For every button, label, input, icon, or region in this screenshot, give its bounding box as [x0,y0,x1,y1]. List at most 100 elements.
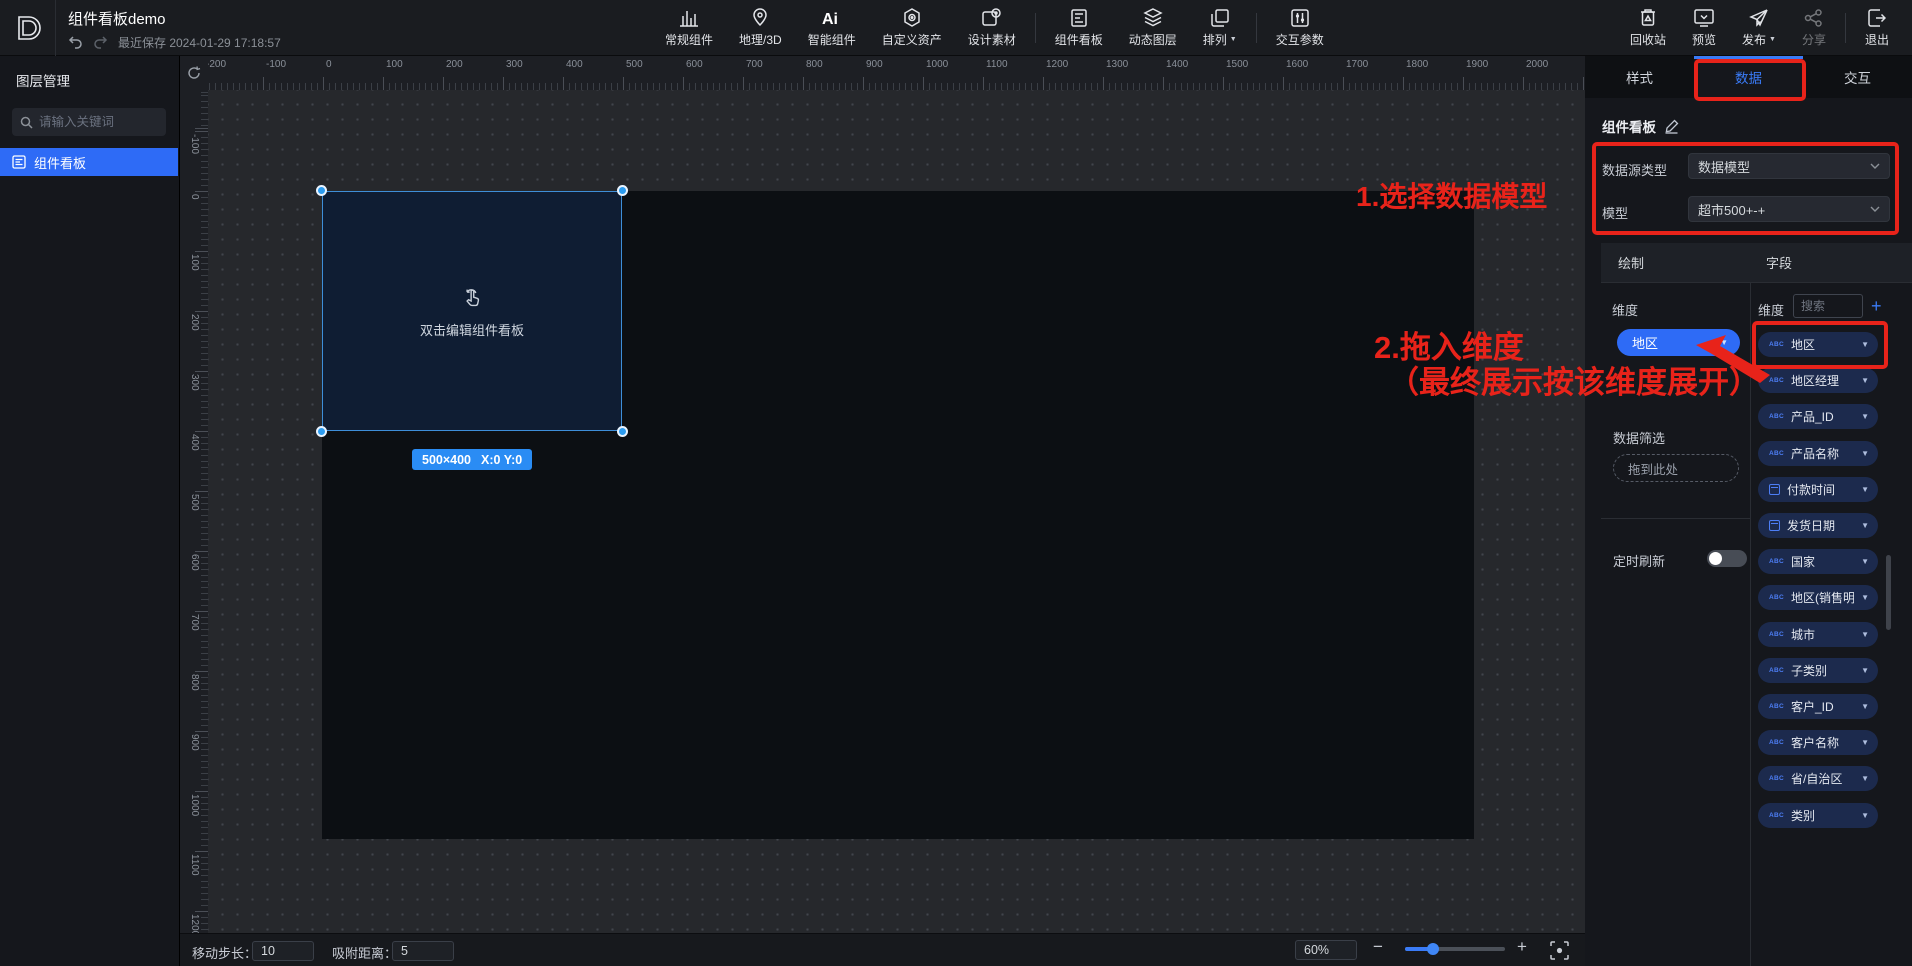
tool-dynamic-layers[interactable]: 动态图层 [1116,0,1190,56]
field-item[interactable]: ABC 省/自治区 ▼ [1758,766,1878,791]
field-list-scrollbar[interactable] [1886,555,1891,630]
v-ruler-label: 800 [189,674,200,691]
field-item[interactable]: ABC 地区经理 ▼ [1758,368,1878,393]
tab-data[interactable]: 数据 [1694,56,1803,98]
field-search-input[interactable] [1801,299,1855,313]
add-field-button[interactable]: + [1871,296,1882,316]
app-logo[interactable] [0,0,56,56]
tool-preview[interactable]: 预览 [1679,0,1729,56]
zoom-level-input[interactable] [1295,940,1357,960]
tool-share[interactable]: 分享 [1789,0,1839,56]
chevron-down-icon: ▼ [1861,702,1869,711]
tab-interaction[interactable]: 交互 [1803,56,1912,98]
tool-basic-components[interactable]: 常规组件 [652,0,726,56]
move-step-label: 移动步长： [192,943,257,962]
h-ruler-label: 800 [806,59,823,70]
text-type-icon: ABC [1769,341,1784,348]
tool-component-board[interactable]: 组件看板 [1042,0,1116,56]
status-bar: 移动步长： 吸附距离： − + [180,933,1585,966]
tab-style[interactable]: 样式 [1585,56,1694,98]
tool-recycle-bin[interactable]: 回收站 [1617,0,1679,56]
tool-design-material[interactable]: 设计素材 [955,0,1029,56]
chevron-down-icon: ▼ [1861,521,1869,530]
panel-tab-bar: 样式 数据 交互 [1585,56,1912,98]
paper-plane-icon [1749,9,1769,27]
resize-handle-nw[interactable] [316,185,327,196]
zoom-slider[interactable] [1405,947,1505,951]
resize-handle-sw[interactable] [316,426,327,437]
text-type-icon: ABC [1769,739,1784,746]
canvas-area[interactable]: 双击编辑组件看板 500×400X:0 Y:0 -200-10001002003… [180,56,1585,933]
panel-component-name: 组件看板 [1602,116,1656,136]
ruler-reset-button[interactable] [180,56,208,90]
zoom-out-button[interactable]: − [1373,937,1383,957]
tool-custom-assets[interactable]: 自定义资产 [869,0,955,56]
field-item[interactable]: ABC 子类别 ▼ [1758,658,1878,683]
tool-publish[interactable]: 发布▼ [1729,0,1789,56]
layer-item-component-board[interactable]: 组件看板 [0,148,178,176]
panel-subtab-bar: 绘制 字段 [1601,243,1912,283]
undo-icon[interactable] [68,36,83,49]
datasource-type-label: 数据源类型 [1602,160,1667,179]
datasource-type-select[interactable]: 数据模型 [1688,153,1890,179]
field-item[interactable]: ABC 国家 ▼ [1758,549,1878,574]
tool-exit[interactable]: 退出 [1852,0,1902,56]
resize-handle-ne[interactable] [617,185,628,196]
fit-screen-icon[interactable] [1550,941,1569,960]
toolbar-divider [1035,13,1036,43]
chevron-down-icon: ▼ [1230,36,1237,43]
resize-handle-se[interactable] [617,426,628,437]
move-step-input[interactable] [252,941,314,961]
dimension-pill-region[interactable]: 地区 ▼ [1617,329,1740,356]
v-ruler-label: 500 [189,494,200,511]
subtab-draw[interactable]: 绘制 [1601,243,1749,282]
h-ruler-label: -200 [208,59,226,70]
timed-refresh-toggle[interactable] [1707,550,1747,567]
layer-search-input[interactable] [39,115,149,129]
field-item[interactable]: ABC 产品_ID ▼ [1758,404,1878,429]
tool-arrange[interactable]: 排列▼ [1190,0,1250,56]
logo-icon [12,12,44,44]
h-ruler-label: 500 [626,59,643,70]
search-icon [20,116,33,129]
filter-drop-zone[interactable]: 拖到此处 [1613,454,1739,482]
tool-interaction-params[interactable]: 交互参数 [1263,0,1337,56]
field-item[interactable]: ABC 产品名称 ▼ [1758,441,1878,466]
field-item[interactable]: 发货日期 ▼ [1758,513,1878,538]
v-ruler-label: 1100 [189,854,200,876]
layer-panel: 图层管理 组件看板 [0,56,180,966]
zoom-slider-knob[interactable] [1427,943,1439,955]
h-ruler-label: 1300 [1106,59,1128,70]
layer-search-box [12,108,166,136]
svg-text:Ai: Ai [822,11,838,27]
text-type-icon: ABC [1769,775,1784,782]
model-select[interactable]: 超市500+-+ [1688,196,1890,222]
tool-geo-3d[interactable]: 地理/3D [726,0,795,56]
field-item[interactable]: 付款时间 ▼ [1758,477,1878,502]
zoom-in-button[interactable]: + [1517,937,1527,957]
field-item[interactable]: ABC 地区 ▼ [1758,332,1878,357]
field-item[interactable]: ABC 客户_ID ▼ [1758,694,1878,719]
text-type-icon: ABC [1769,594,1784,601]
chevron-down-icon: ▼ [1861,340,1869,349]
h-ruler-label: 1500 [1226,59,1248,70]
field-item[interactable]: ABC 城市 ▼ [1758,622,1878,647]
chevron-down-icon: ▼ [1861,774,1869,783]
snap-distance-input[interactable] [392,941,454,961]
text-type-icon: ABC [1769,667,1784,674]
field-item[interactable]: ABC 类别 ▼ [1758,803,1878,828]
arrange-icon [1211,9,1229,27]
field-item[interactable]: ABC 客户名称 ▼ [1758,730,1878,755]
fields-dimension-label: 维度 [1758,300,1784,319]
share-nodes-icon [1804,9,1823,27]
ai-icon: Ai [821,9,843,27]
text-type-icon: ABC [1769,703,1784,710]
redo-icon[interactable] [93,36,108,49]
edit-pencil-icon[interactable] [1664,119,1679,134]
tool-smart-components[interactable]: Ai 智能组件 [795,0,869,56]
h-ruler-label: 900 [866,59,883,70]
selected-component-board[interactable]: 双击编辑组件看板 [322,191,622,431]
h-ruler-label: 100 [386,59,403,70]
field-item[interactable]: ABC 地区(销售明... ▼ [1758,585,1878,610]
subtab-fields[interactable]: 字段 [1749,243,1897,282]
